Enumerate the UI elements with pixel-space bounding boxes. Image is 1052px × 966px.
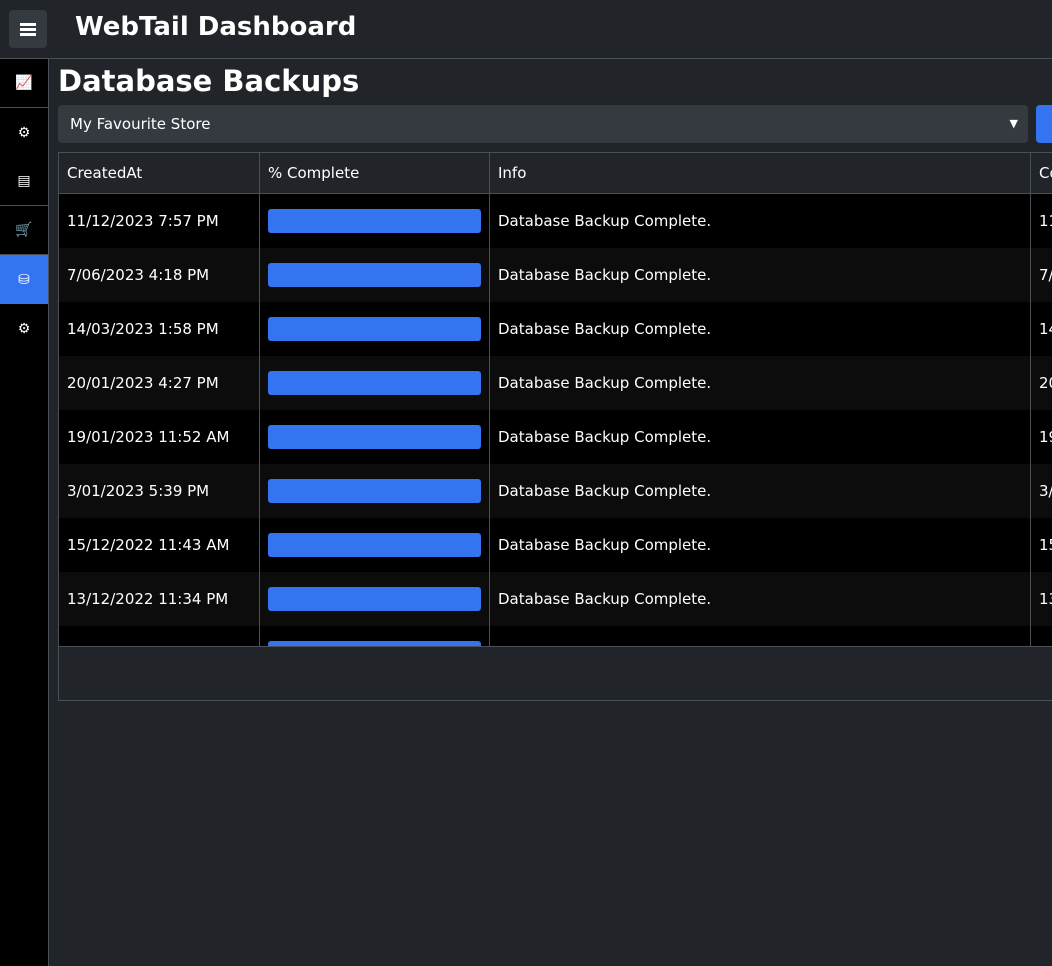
info-cell: Database Backup Complete.	[490, 518, 1031, 572]
table-body[interactable]: 11/12/2023 7:57 PM Database Backup Compl…	[59, 194, 1052, 646]
info-cell: Database Backup Complete.	[490, 248, 1031, 302]
table-row[interactable]	[59, 626, 1052, 646]
store-select-value: My Favourite Store	[70, 115, 211, 133]
completed-at-cell: 19	[1039, 428, 1052, 446]
sidebar-item-reports[interactable]: ▤	[0, 157, 48, 206]
created-at-cell	[59, 626, 260, 646]
created-at-cell: 11/12/2023 7:57 PM	[59, 194, 260, 248]
progress-bar	[268, 533, 481, 557]
created-at-cell: 15/12/2022 11:43 AM	[59, 518, 260, 572]
column-header[interactable]: % Complete	[260, 153, 490, 193]
completed-at-cell: 13	[1039, 590, 1052, 608]
main-content: Database Backups My Favourite Store ▼ Cre…	[58, 59, 1052, 701]
progress-bar	[268, 479, 481, 503]
info-cell: Database Backup Complete.	[490, 410, 1031, 464]
completed-at-cell: 3/	[1039, 482, 1052, 500]
created-at-cell: 13/12/2022 11:34 PM	[59, 572, 260, 626]
created-at-cell: 3/01/2023 5:39 PM	[59, 464, 260, 518]
created-at-cell: 20/01/2023 4:27 PM	[59, 356, 260, 410]
table-row[interactable]: 19/01/2023 11:52 AM Database Backup Comp…	[59, 410, 1052, 464]
sidebar-item-database[interactable]: ⛁	[0, 255, 48, 304]
info-cell: Database Backup Complete.	[490, 194, 1031, 248]
reports-icon: ▤	[17, 173, 31, 189]
completed-at-cell	[1031, 626, 1052, 646]
chart-icon: 📈	[15, 75, 33, 91]
table-header: CreatedAt % Complete Info Co	[59, 153, 1052, 194]
progress-bar	[268, 587, 481, 611]
sidebar: 📈 ⚙ ▤ 🛒 ⛁ ⚙	[0, 59, 49, 966]
info-cell: Database Backup Complete.	[490, 356, 1031, 410]
caret-down-icon: ▼	[1009, 117, 1018, 130]
database-icon: ⛁	[18, 271, 30, 288]
column-header[interactable]: CreatedAt	[59, 153, 260, 193]
table-row[interactable]: 15/12/2022 11:43 AM Database Backup Comp…	[59, 518, 1052, 572]
table-row[interactable]: 11/12/2023 7:57 PM Database Backup Compl…	[59, 194, 1052, 248]
table-row[interactable]: 7/06/2023 4:18 PM Database Backup Comple…	[59, 248, 1052, 302]
percent-complete-cell	[260, 248, 490, 302]
created-at-cell: 7/06/2023 4:18 PM	[59, 248, 260, 302]
percent-complete-cell	[260, 302, 490, 356]
action-button[interactable]	[1036, 105, 1052, 143]
completed-at-cell: 11	[1039, 212, 1052, 230]
completed-at-cell: 20	[1039, 374, 1052, 392]
sidebar-item-advanced-settings[interactable]: ⚙	[0, 304, 48, 353]
progress-bar	[268, 263, 481, 287]
advanced-settings-icon: ⚙	[17, 320, 31, 337]
table-row[interactable]: 14/03/2023 1:58 PM Database Backup Compl…	[59, 302, 1052, 356]
table-footer	[59, 646, 1052, 700]
menu-toggle-button[interactable]	[9, 10, 47, 48]
created-at-cell: 14/03/2023 1:58 PM	[59, 302, 260, 356]
percent-complete-cell	[260, 356, 490, 410]
top-bar: WebTail Dashboard	[0, 0, 1052, 59]
created-at-cell: 19/01/2023 11:52 AM	[59, 410, 260, 464]
completed-at-cell: 7/	[1039, 266, 1052, 284]
hamburger-icon	[20, 27, 36, 31]
sidebar-item-chart[interactable]: 📈	[0, 59, 48, 108]
info-cell: Database Backup Complete.	[490, 302, 1031, 356]
progress-bar	[268, 209, 481, 233]
table-row[interactable]: 3/01/2023 5:39 PM Database Backup Comple…	[59, 464, 1052, 518]
info-cell: Database Backup Complete.	[490, 464, 1031, 518]
progress-bar	[268, 425, 481, 449]
percent-complete-cell	[260, 410, 490, 464]
table-row[interactable]: 20/01/2023 4:27 PM Database Backup Compl…	[59, 356, 1052, 410]
percent-complete-cell	[260, 518, 490, 572]
store-select[interactable]: My Favourite Store ▼	[58, 105, 1028, 143]
backups-table: CreatedAt % Complete Info Co 11/12/2023 …	[58, 152, 1052, 701]
completed-at-cell: 15	[1039, 536, 1052, 554]
percent-complete-cell	[260, 572, 490, 626]
percent-complete-cell	[260, 194, 490, 248]
cart-icon: 🛒	[15, 222, 33, 238]
app-title: WebTail Dashboard	[75, 12, 357, 42]
table-row[interactable]: 13/12/2022 11:34 PM Database Backup Comp…	[59, 572, 1052, 626]
column-header[interactable]: Co	[1031, 153, 1052, 193]
progress-bar	[268, 641, 481, 646]
info-cell: Database Backup Complete.	[490, 572, 1031, 626]
progress-bar	[268, 317, 481, 341]
percent-complete-cell	[260, 464, 490, 518]
progress-bar	[268, 371, 481, 395]
page-title: Database Backups	[58, 64, 360, 98]
percent-complete-cell	[260, 626, 490, 646]
completed-at-cell: 14	[1039, 320, 1052, 338]
sidebar-item-cart[interactable]: 🛒	[0, 206, 48, 255]
settings-icon: ⚙	[17, 124, 31, 141]
column-header[interactable]: Info	[490, 153, 1031, 193]
sidebar-item-settings[interactable]: ⚙	[0, 108, 48, 157]
info-cell	[490, 626, 1031, 646]
